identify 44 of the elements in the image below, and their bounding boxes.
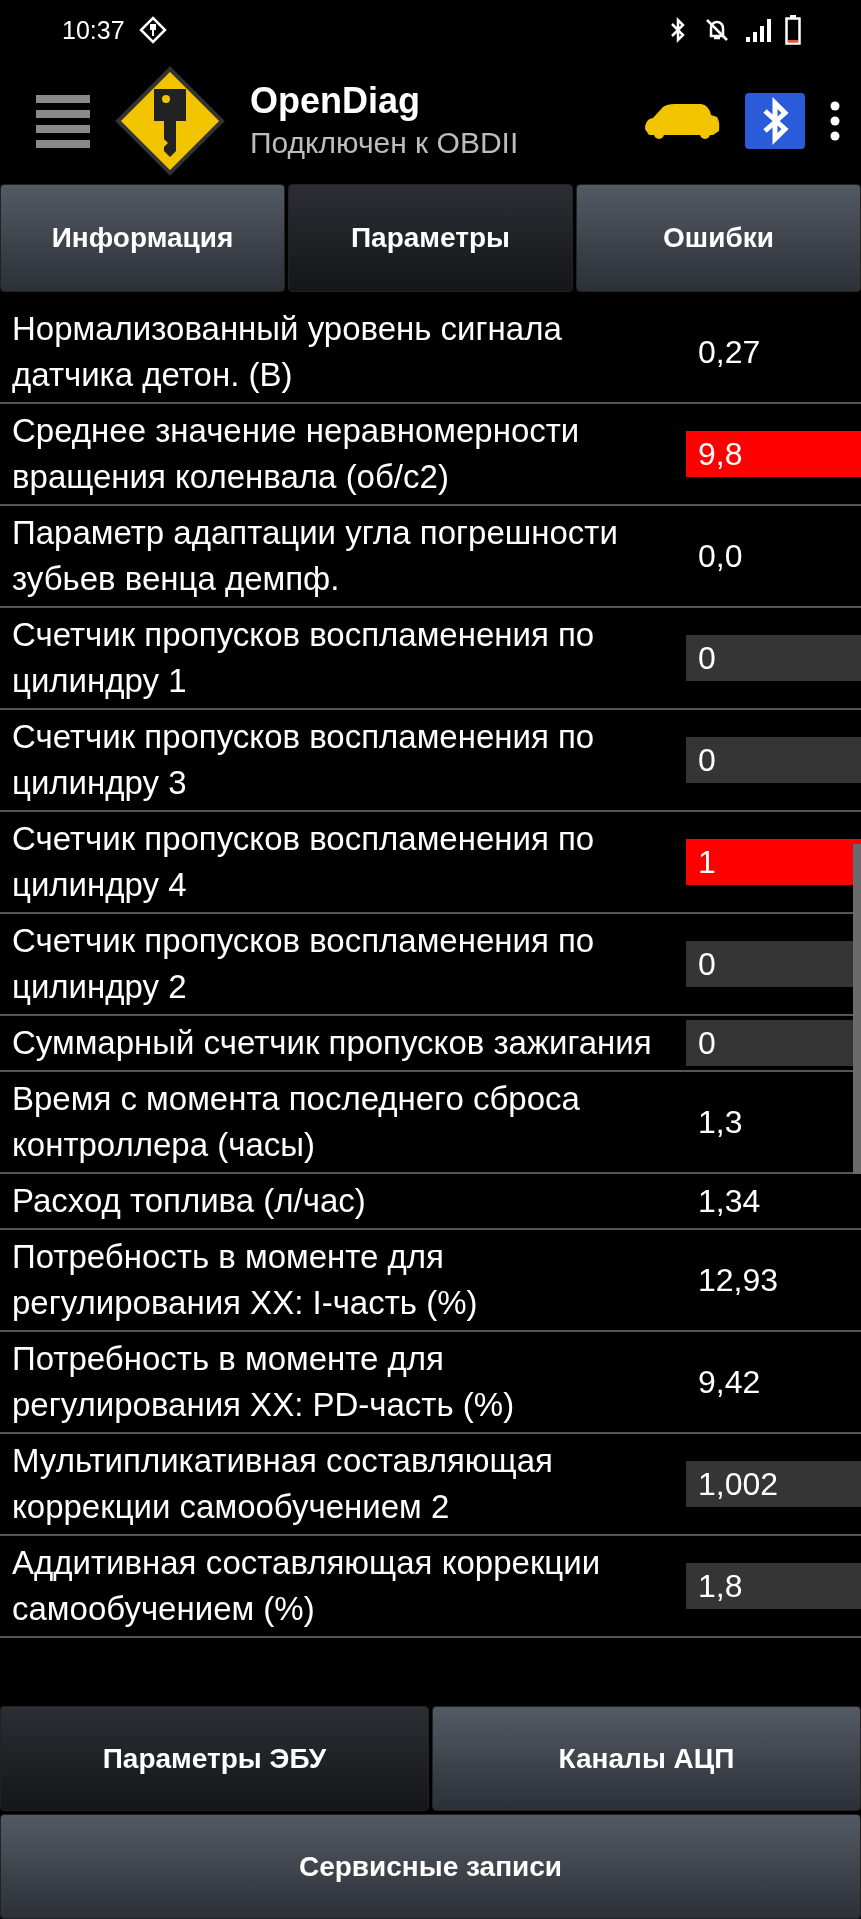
section-button[interactable]: Сервисные записи (0, 1814, 861, 1919)
connection-status: Подключен к OBDII (250, 125, 520, 161)
parameter-value: 0 (686, 737, 861, 783)
parameter-value: 1,3 (697, 1103, 744, 1142)
parameter-value: 0,27 (697, 333, 762, 372)
parameter-value: 1 (686, 839, 861, 885)
parameter-name: Счетчик пропусков воспламенения по цилиндру 2 (11, 921, 596, 1007)
section-button[interactable]: Параметры ЭБУ (0, 1706, 429, 1811)
parameter-value: 0 (686, 635, 861, 681)
app-title: OpenDiag (250, 79, 421, 123)
tab[interactable]: Ошибки (576, 184, 861, 292)
parameter-value: 0,0 (697, 537, 744, 576)
more-options-icon (829, 101, 841, 141)
parameter-name: Потребность в моменте для регулирования ХХ: PD-часть (%) (11, 1339, 516, 1425)
tab[interactable]: Информация (0, 184, 285, 292)
parameter-value: 1,002 (686, 1461, 861, 1507)
parameter-name: Среднее значение неравномерности вращения коленвала (об/с2) (11, 411, 581, 497)
parameter-value: 1,8 (686, 1563, 861, 1609)
key-logo-icon (114, 65, 226, 177)
bluetooth-adapter-icon (745, 93, 805, 149)
parameter-value: 9,42 (697, 1363, 762, 1402)
parameter-name: Счетчик пропусков воспламенения по цилиндру 4 (11, 819, 596, 905)
parameter-name: Мультипликативная составляющая коррекции самообучением 2 (11, 1441, 554, 1527)
scrollbar-thumb[interactable] (853, 844, 861, 1174)
menu-icon (36, 93, 90, 149)
parameter-name: Счетчик пропусков воспламенения по цилиндру 3 (11, 717, 596, 803)
parameter-name: Потребность в моменте для регулирования ХХ: I-часть (%) (11, 1237, 479, 1323)
parameter-name: Аддитивная составляющая коррекции самообучением (%) (11, 1543, 602, 1629)
car-icon (643, 101, 721, 141)
parameter-name: Счетчик пропусков воспламенения по цилиндру 1 (11, 615, 596, 701)
parameter-name: Расход топлива (л/час) (11, 1181, 367, 1221)
section-button[interactable]: Каналы АЦП (432, 1706, 861, 1811)
tab[interactable]: Параметры (288, 184, 573, 292)
battery-icon (785, 15, 801, 45)
key-diamond-icon (138, 16, 167, 44)
parameter-name: Параметр адаптации угла погрешности зубьев венца демпф. (11, 513, 619, 599)
clock: 10:37 (62, 15, 125, 45)
parameter-name: Нормализованный уровень сигнала датчика детон. (В) (11, 309, 563, 395)
parameter-name: Время с момента последнего сброса контроллера (часы) (11, 1079, 581, 1165)
signal-icon (745, 17, 771, 43)
parameter-value: 1,34 (697, 1182, 762, 1221)
parameter-value: 9,8 (686, 431, 861, 477)
parameter-value: 12,93 (697, 1261, 780, 1300)
parameter-name: Суммарный счетчик пропусков зажигания (11, 1023, 653, 1063)
